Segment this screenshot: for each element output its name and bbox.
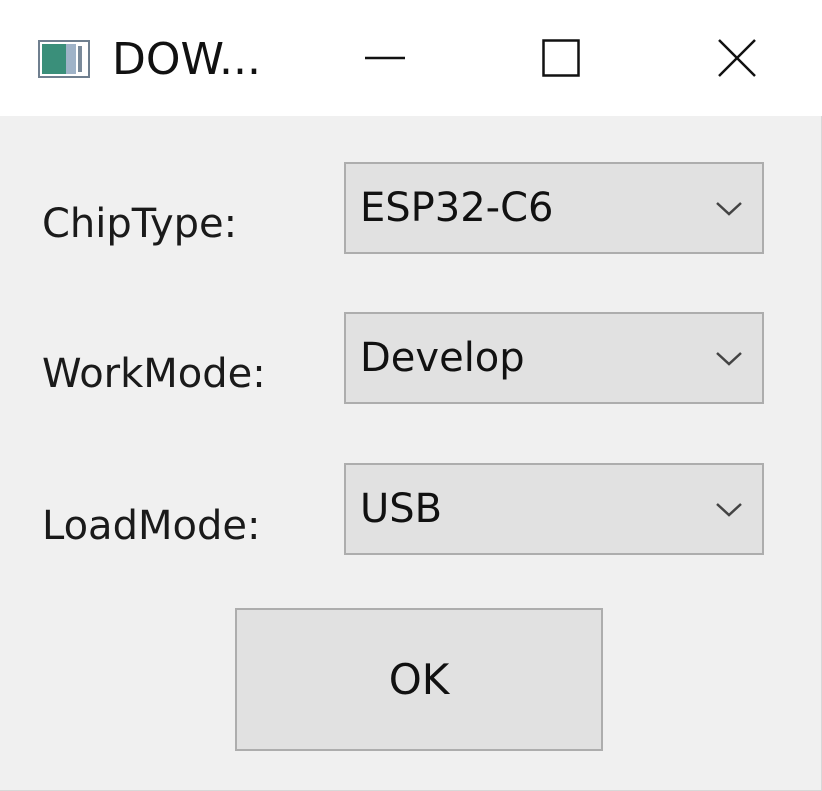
close-button[interactable] (672, 0, 802, 116)
title-bar[interactable]: DOW... (0, 0, 822, 116)
chevron-down-icon (716, 202, 742, 216)
work-mode-label: WorkMode: (42, 351, 266, 397)
minimize-button[interactable] (320, 0, 450, 116)
download-tool-window: DOW... ChipType: ESP32-C6 WorkMode: Deve… (0, 0, 822, 791)
minimize-icon (365, 56, 405, 60)
load-mode-label: LoadMode: (42, 503, 261, 549)
chip-type-label: ChipType: (42, 201, 238, 247)
chevron-down-icon (716, 503, 742, 517)
maximize-icon (542, 39, 580, 77)
ok-button-label: OK (388, 654, 450, 704)
app-window-icon (38, 40, 90, 78)
work-mode-select[interactable]: Develop (344, 312, 764, 404)
load-mode-value: USB (360, 486, 443, 532)
chip-type-select[interactable]: ESP32-C6 (344, 162, 764, 254)
work-mode-value: Develop (360, 335, 525, 381)
chevron-down-icon (716, 352, 742, 366)
window-title: DOW... (112, 34, 261, 85)
maximize-button[interactable] (496, 0, 626, 116)
load-mode-select[interactable]: USB (344, 463, 764, 555)
ok-button[interactable]: OK (235, 608, 603, 751)
close-icon (718, 39, 756, 77)
chip-type-value: ESP32-C6 (360, 185, 554, 231)
